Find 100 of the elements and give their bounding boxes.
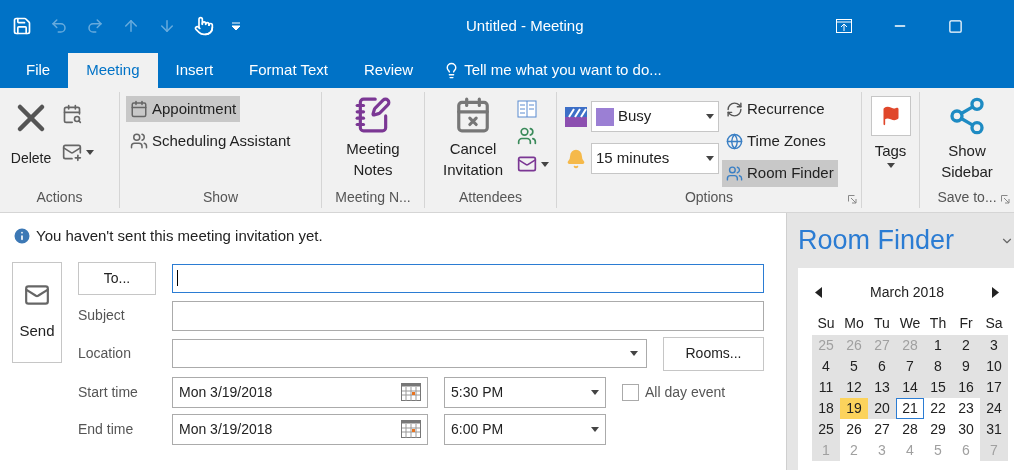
- group-label: Options: [684, 188, 734, 207]
- dialog-launcher-icon[interactable]: [848, 195, 857, 204]
- dropdown-caret-icon: [541, 161, 549, 167]
- info-message: You haven't sent this meeting invitation yet.: [36, 226, 323, 246]
- weekday-header: We: [898, 314, 922, 333]
- dropdown-caret-icon: [630, 351, 638, 356]
- status-swatch-icon: [596, 107, 614, 126]
- start-time-dropdown[interactable]: 5:30 PM: [444, 376, 606, 408]
- calendar-icon: [130, 100, 148, 118]
- calendar-day[interactable]: 31: [980, 419, 1008, 440]
- calendar-day[interactable]: 8: [924, 356, 952, 377]
- scheduling-icon: [130, 132, 148, 150]
- checkbox-label: All day event: [645, 382, 726, 402]
- option-button[interactable]: Room Finder: [722, 160, 838, 187]
- pane-title: Room Finder: [798, 224, 955, 258]
- meeting-notes-button[interactable]: Meeting Notes: [322, 92, 424, 186]
- option-button[interactable]: Recurrence: [722, 96, 829, 123]
- weekday-header: Mo: [843, 314, 865, 333]
- dropdown-caret-icon: [706, 156, 714, 161]
- calendar-day[interactable]: 24: [980, 398, 1008, 419]
- dropdown-caret-icon: [591, 426, 599, 432]
- calendar-day[interactable]: 13: [868, 377, 896, 398]
- weekday-header: Sa: [984, 314, 1004, 333]
- calendar-day[interactable]: 25: [812, 419, 840, 440]
- calendar-day[interactable]: 15: [924, 377, 952, 398]
- field-label: Location: [78, 344, 132, 363]
- end-time-dropdown[interactable]: 6:00 PM: [444, 413, 606, 445]
- calendar-day[interactable]: 18: [812, 398, 840, 419]
- ribbon-tab[interactable]: Meeting: [68, 53, 158, 88]
- calendar-day[interactable]: 16: [952, 377, 980, 398]
- calendar-search-icon[interactable]: [62, 104, 82, 124]
- show-sidebar-button[interactable]: Show Sidebar: [920, 92, 1014, 186]
- calendar-day[interactable]: 17: [980, 377, 1008, 398]
- touch-mode-icon[interactable]: [194, 16, 214, 36]
- calendar-icon[interactable]: [401, 420, 421, 438]
- dropdown-caret-icon: [591, 389, 599, 395]
- weekday-header: Tu: [873, 314, 891, 333]
- to-field[interactable]: [172, 263, 764, 293]
- all-day-checkbox[interactable]: [622, 383, 639, 401]
- calendar-day[interactable]: 21: [896, 398, 924, 419]
- rooms-button[interactable]: Rooms...: [663, 336, 764, 371]
- calendar-day[interactable]: 20: [868, 398, 896, 419]
- maximize-icon[interactable]: [948, 18, 963, 34]
- field-label: End time: [78, 419, 135, 439]
- weekday-header: Fr: [958, 314, 974, 333]
- info-icon: [12, 226, 32, 247]
- calendar-day[interactable]: 14: [896, 377, 924, 398]
- month-title: March 2018: [870, 283, 944, 302]
- ribbon-tab[interactable]: Insert: [157, 53, 232, 88]
- tell-me-field[interactable]: Tell me what you want to do...: [431, 53, 662, 88]
- start-date-field[interactable]: Mon 3/19/2018: [172, 376, 428, 408]
- dialog-launcher-icon[interactable]: [1001, 195, 1010, 204]
- address-book-icon[interactable]: [517, 100, 537, 118]
- save-icon[interactable]: [12, 16, 32, 36]
- reminder-dropdown[interactable]: 15 minutes: [591, 143, 719, 174]
- attendees-icon[interactable]: [517, 126, 537, 146]
- customize-icon[interactable]: [232, 22, 240, 30]
- calendar-day[interactable]: 10: [980, 356, 1008, 377]
- response-icon[interactable]: [517, 154, 537, 174]
- ribbon-tab[interactable]: Format Text: [231, 53, 346, 88]
- calendar-cancel-icon: [454, 96, 492, 134]
- calendar-day[interactable]: 19: [840, 398, 868, 419]
- calendar-day[interactable]: 1: [924, 335, 952, 356]
- weekday-header: Su: [816, 314, 836, 333]
- delete-button[interactable]: Delete: [8, 96, 54, 186]
- ribbon-tab[interactable]: File: [8, 53, 69, 88]
- show-view-button[interactable]: Scheduling Assistant: [126, 128, 295, 154]
- show-as-dropdown[interactable]: Busy: [591, 101, 719, 132]
- dropdown-caret-icon: [86, 149, 94, 155]
- show-view-button[interactable]: Appointment: [126, 96, 241, 122]
- calendar-day[interactable]: 6: [868, 356, 896, 377]
- calendar-day[interactable]: 3: [980, 335, 1008, 356]
- ribbon-tab[interactable]: Review: [346, 53, 432, 88]
- option-button[interactable]: Time Zones: [722, 128, 830, 155]
- field-label: Start time: [78, 382, 139, 402]
- notebook-icon: [354, 96, 392, 134]
- previous-month-icon[interactable]: [815, 287, 822, 298]
- subject-field[interactable]: [172, 300, 764, 331]
- cancel-invitation-button[interactable]: Cancel Invitation: [433, 96, 513, 186]
- calendar-day[interactable]: 2: [952, 335, 980, 356]
- globe-icon: [726, 133, 743, 150]
- location-field[interactable]: [172, 339, 647, 368]
- next-month-icon[interactable]: [992, 287, 999, 298]
- calendar-day[interactable]: 12: [840, 377, 868, 398]
- calendar-day[interactable]: 4: [812, 356, 840, 377]
- ribbon-display-icon[interactable]: [836, 19, 852, 33]
- calendar-day[interactable]: 9: [952, 356, 980, 377]
- weekday-header: Th: [928, 314, 948, 333]
- calendar-day[interactable]: 11: [812, 377, 840, 398]
- calendar-icon[interactable]: [401, 383, 421, 401]
- send-button[interactable]: Send: [12, 261, 62, 363]
- field-label: Subject: [78, 306, 126, 325]
- recurrence-icon: [726, 101, 743, 118]
- group-label: Actions: [36, 187, 83, 207]
- tags-button[interactable]: Tags: [862, 92, 919, 208]
- group-label: Attendees: [458, 187, 523, 207]
- calendar-day[interactable]: 5: [840, 356, 868, 377]
- to-button[interactable]: To...: [78, 261, 156, 295]
- calendar-day[interactable]: 7: [896, 356, 924, 377]
- end-date-field[interactable]: Mon 3/19/2018: [172, 413, 428, 445]
